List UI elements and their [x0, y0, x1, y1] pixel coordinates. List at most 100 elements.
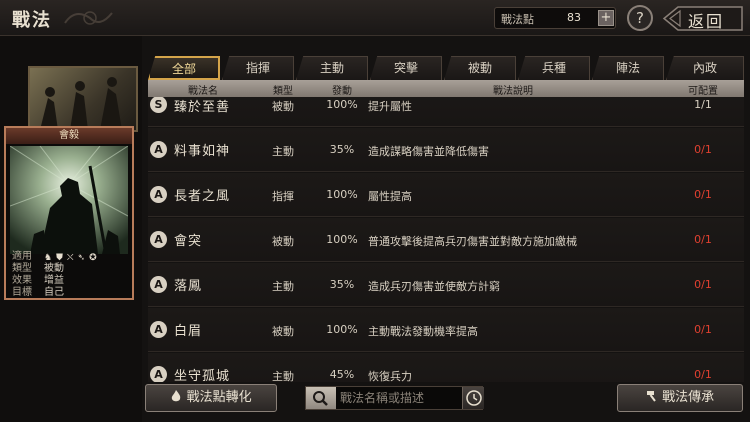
grade-badge: S	[150, 97, 167, 113]
column-type: 類型	[273, 86, 293, 97]
info-row-effect: 效果 增益	[10, 275, 128, 287]
table-row[interactable]: A 落鳳 主動 35% 造成兵刃傷害並使敵方計窮 0/1	[148, 263, 744, 307]
grade-badge: A	[150, 321, 167, 338]
tactic-rate: 100%	[326, 233, 358, 246]
info-key: 效果	[12, 275, 32, 286]
tactic-type: 指揮	[272, 190, 294, 203]
tactic-configurable: 0/1	[694, 143, 712, 156]
tactic-configurable: 1/1	[694, 98, 712, 111]
table-row[interactable]: A 會突 被動 100% 普通攻擊後提高兵刃傷害並對敵方施加繳械 0/1	[148, 218, 744, 262]
convert-points-label: 戰法點轉化	[186, 390, 252, 405]
grade-badge: A	[150, 231, 167, 248]
info-value: 自己	[44, 287, 64, 298]
table-row[interactable]: S 臻於至善 被動 100% 提升屬性 1/1	[148, 97, 744, 127]
tactic-type: 主動	[272, 145, 294, 158]
info-key: 適用	[12, 251, 32, 262]
grade-badge: A	[150, 366, 167, 382]
card-art	[10, 146, 128, 254]
info-row-applicable: 適用 ♞⛊⛌➴✪	[10, 251, 128, 263]
tactic-description: 造成兵刃傷害並使敵方計窮	[368, 280, 500, 293]
search-icon	[313, 391, 328, 406]
card-title: 會毅	[6, 128, 132, 144]
column-name: 戰法名	[188, 86, 218, 97]
card-info: 適用 ♞⛊⛌➴✪ 類型 被動 效果 增益 目標 自己	[10, 251, 128, 299]
selected-tactic-card[interactable]: 會毅 適用 ♞⛊⛌➴✪ 類型 被動 效果 增益 目標 自己	[4, 126, 134, 300]
tactic-configurable: 0/1	[694, 233, 712, 246]
tactic-list[interactable]: S 臻於至善 被動 100% 提升屬性 1/1 A 料事如神 主動 35% 造成…	[148, 97, 744, 382]
tactic-rate: 100%	[326, 98, 358, 111]
top-bar: 戰法 戰法點 83 + ? 返回	[0, 0, 750, 36]
info-row-target: 目標 自己	[10, 287, 128, 299]
back-label: 返回	[688, 12, 725, 31]
tactic-rate: 35%	[329, 143, 355, 156]
info-key: 目標	[12, 287, 32, 298]
tactic-description: 提升屬性	[368, 100, 412, 113]
convert-points-button[interactable]: 戰法點轉化	[145, 384, 277, 412]
search-button[interactable]	[306, 387, 336, 409]
info-value: 增益	[44, 275, 64, 286]
category-tabs: 全部 指揮 主動 突擊 被動 兵種 陣法 內政	[148, 56, 744, 80]
tactic-type: 被動	[272, 100, 294, 113]
tactic-rate: 100%	[326, 323, 358, 336]
clock-icon	[466, 390, 482, 406]
page-title: 戰法	[12, 10, 52, 31]
table-row[interactable]: A 白眉 被動 100% 主動戰法發動機率提高 0/1	[148, 308, 744, 352]
tactic-type: 被動	[272, 325, 294, 338]
tactic-rate: 35%	[329, 278, 355, 291]
tab-passive[interactable]: 被動	[444, 56, 516, 80]
tab-all[interactable]: 全部	[148, 56, 220, 80]
table-row[interactable]: A 坐守孤城 主動 45% 恢復兵力 0/1	[148, 353, 744, 382]
tactic-name: 臻於至善	[174, 100, 231, 115]
tactic-configurable: 0/1	[694, 368, 712, 381]
tactic-name: 會突	[174, 234, 203, 249]
tactic-name: 長者之風	[174, 189, 231, 204]
tactic-description: 屬性提高	[368, 190, 412, 203]
tactic-points-value: 83	[567, 11, 581, 24]
tab-assault[interactable]: 突擊	[370, 56, 442, 80]
tactic-type: 主動	[272, 370, 294, 382]
inherit-tactic-button[interactable]: 戰法傳承	[617, 384, 743, 412]
tactic-description: 造成謀略傷害並降低傷害	[368, 145, 489, 158]
grade-badge: A	[150, 141, 167, 158]
tab-troop[interactable]: 兵種	[518, 56, 590, 80]
table-row[interactable]: A 長者之風 指揮 100% 屬性提高 0/1	[148, 173, 744, 217]
tactic-points-box: 戰法點 83 +	[494, 7, 616, 29]
search-input[interactable]	[340, 387, 460, 409]
cloud-ornament-icon	[64, 11, 113, 25]
column-description: 戰法說明	[493, 86, 533, 97]
tactic-name: 白眉	[174, 324, 203, 339]
tactic-configurable: 0/1	[694, 278, 712, 291]
tactic-description: 主動戰法發動機率提高	[368, 325, 478, 338]
tactic-rate: 100%	[326, 188, 358, 201]
tactic-configurable: 0/1	[694, 323, 712, 336]
tactic-name: 料事如神	[174, 144, 231, 159]
help-button[interactable]: ?	[627, 5, 653, 31]
history-button[interactable]	[462, 387, 484, 409]
info-value: 被動	[44, 263, 64, 274]
warrior-silhouette-icon	[10, 146, 128, 254]
tactic-configurable: 0/1	[694, 188, 712, 201]
tactic-rate: 45%	[329, 368, 355, 381]
column-rate: 發動	[332, 86, 352, 97]
tactic-type: 主動	[272, 280, 294, 293]
tab-active[interactable]: 主動	[296, 56, 368, 80]
table-header: 戰法名 類型 發動 戰法說明 可配置	[148, 80, 744, 97]
tactic-description: 普通攻擊後提高兵刃傷害並對敵方施加繳械	[368, 235, 577, 248]
inherit-tactic-label: 戰法傳承	[662, 390, 715, 405]
grade-badge: A	[150, 276, 167, 293]
tab-internal[interactable]: 內政	[666, 56, 744, 80]
grade-badge: A	[150, 186, 167, 203]
tactic-description: 恢復兵力	[368, 370, 412, 382]
back-button[interactable]: 返回	[662, 5, 744, 32]
hammer-icon	[646, 391, 656, 402]
table-row[interactable]: A 料事如神 主動 35% 造成謀略傷害並降低傷害 0/1	[148, 128, 744, 172]
tab-command[interactable]: 指揮	[222, 56, 294, 80]
info-row-type: 類型 被動	[10, 263, 128, 275]
tactic-name: 落鳳	[174, 279, 203, 294]
flame-icon	[172, 390, 181, 402]
add-points-button[interactable]: +	[598, 10, 614, 26]
tab-formation[interactable]: 陣法	[592, 56, 664, 80]
column-configurable: 可配置	[688, 86, 718, 97]
tactic-type: 被動	[272, 235, 294, 248]
info-key: 類型	[12, 263, 32, 274]
